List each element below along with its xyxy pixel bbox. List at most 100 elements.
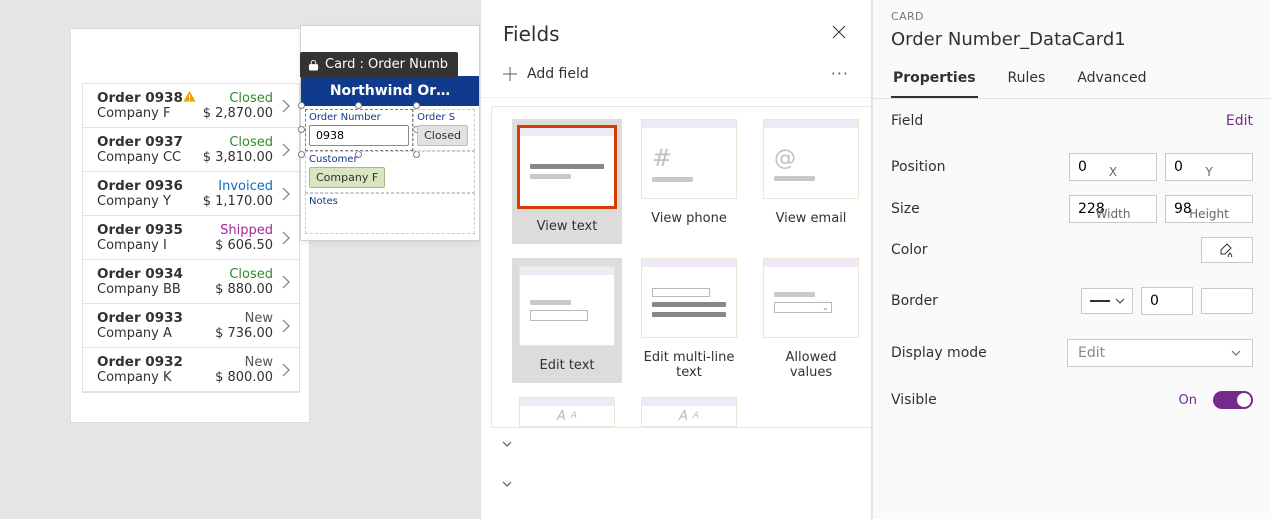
order-title: Order 0933 <box>97 310 215 326</box>
chevron-right-icon <box>279 319 293 333</box>
order-price: $ 800.00 <box>215 370 273 385</box>
form-title-bar: Northwind Or… <box>301 76 479 106</box>
position-y-sublabel: Y <box>1165 165 1253 179</box>
tile-label: Allowed values <box>786 350 837 380</box>
order-company: Company F <box>97 106 203 121</box>
position-label: Position <box>891 159 946 175</box>
card-caption: CARD <box>873 0 1271 27</box>
fields-panel: Fields Add field ··· ⌃ View text#View ph… <box>480 0 872 519</box>
tab-advanced[interactable]: Advanced <box>1075 62 1148 98</box>
order-row[interactable]: Order 0938Company FClosed$ 2,870.00 <box>83 84 299 128</box>
order-row[interactable]: Order 0935Company IShipped$ 606.50 <box>83 216 299 260</box>
order-status-pill[interactable]: Closed <box>417 125 468 146</box>
order-title: Order 0935 <box>97 222 215 238</box>
control-type-edittext[interactable]: Edit text <box>512 258 622 383</box>
tile-label: View text <box>537 219 598 234</box>
add-field-button[interactable]: Add field <box>503 66 589 82</box>
order-company: Company Y <box>97 194 203 209</box>
lock-icon <box>308 59 319 71</box>
color-label: Color <box>891 242 928 258</box>
order-company: Company CC <box>97 150 203 165</box>
chevron-right-icon <box>279 363 293 377</box>
order-price: $ 1,170.00 <box>203 194 273 209</box>
border-style-dropdown[interactable] <box>1081 288 1133 314</box>
order-number-input[interactable] <box>309 125 409 146</box>
display-mode-dropdown[interactable]: Edit <box>1067 339 1253 367</box>
border-color-picker[interactable] <box>1201 288 1253 314</box>
border-width-input[interactable] <box>1141 287 1193 315</box>
order-row[interactable]: Order 0937Company CCClosed$ 3,810.00 <box>83 128 299 172</box>
chevron-right-icon <box>279 275 293 289</box>
field-label: Field <box>891 113 923 129</box>
order-status: New <box>215 355 273 370</box>
add-field-label: Add field <box>527 66 589 82</box>
order-status: Closed <box>203 135 273 150</box>
visible-toggle[interactable] <box>1213 391 1253 409</box>
close-icon[interactable] <box>831 24 847 45</box>
tile-label: View email <box>776 211 847 226</box>
order-status: New <box>215 311 273 326</box>
tile-label: Edit multi-line text <box>644 350 735 380</box>
card-notes[interactable]: Notes <box>305 193 475 234</box>
tile-label: View phone <box>651 211 727 226</box>
control-type-more[interactable]: AA <box>512 397 622 427</box>
control-type-allowed[interactable]: ⌄Allowed values <box>756 258 866 383</box>
order-company: Company I <box>97 238 215 253</box>
tile-label: Edit text <box>540 358 595 373</box>
order-status: Closed <box>203 91 273 106</box>
control-type-viewemail[interactable]: @View email <box>756 119 866 244</box>
collapse-row-2[interactable] <box>501 478 513 490</box>
order-row[interactable]: Order 0933Company ANew$ 736.00 <box>83 304 299 348</box>
order-company: Company BB <box>97 282 215 297</box>
card-order-status[interactable]: Order S Closed <box>413 109 475 151</box>
size-height-sublabel: Height <box>1165 207 1253 221</box>
order-row[interactable]: Order 0934Company BBClosed$ 880.00 <box>83 260 299 304</box>
chevron-down-icon <box>501 438 513 450</box>
display-mode-value: Edit <box>1078 345 1105 361</box>
control-type-more[interactable]: AA <box>634 397 744 427</box>
customer-label: Customer <box>309 154 471 165</box>
plus-icon <box>503 67 517 81</box>
order-price: $ 880.00 <box>215 282 273 297</box>
edit-field-link[interactable]: Edit <box>1226 113 1253 129</box>
order-title: Order 0934 <box>97 266 215 282</box>
order-row[interactable]: Order 0936Company YInvoiced$ 1,170.00 <box>83 172 299 216</box>
order-status: Closed <box>215 267 273 282</box>
card-title: Order Number_DataCard1 <box>873 27 1271 62</box>
control-type-viewphone[interactable]: #View phone <box>634 119 744 244</box>
selection-card-badge: Card : Order Numb <box>300 52 458 77</box>
chevron-right-icon <box>279 187 293 201</box>
card-order-number[interactable]: Order Number <box>305 109 413 151</box>
visible-label: Visible <box>891 392 937 408</box>
chevron-right-icon <box>279 231 293 245</box>
order-row[interactable]: Order 0932Company KNew$ 800.00 <box>83 348 299 392</box>
order-price: $ 606.50 <box>215 238 273 253</box>
order-title: Order 0937 <box>97 134 203 150</box>
position-x-sublabel: X <box>1069 165 1157 179</box>
control-type-flyout: View text #View phone@View email Edit text… <box>491 106 871 428</box>
tab-rules[interactable]: Rules <box>1006 62 1048 98</box>
control-type-editmulti[interactable]: Edit multi-line text <box>634 258 744 383</box>
visible-on-label: On <box>1179 393 1197 408</box>
order-title: Order 0938 <box>97 90 203 106</box>
color-picker[interactable] <box>1201 237 1253 263</box>
order-price: $ 736.00 <box>215 326 273 341</box>
size-label: Size <box>891 201 920 217</box>
order-title: Order 0936 <box>97 178 203 194</box>
more-icon[interactable]: ··· <box>831 64 849 83</box>
border-label: Border <box>891 293 938 309</box>
customer-pill[interactable]: Company F <box>309 167 385 188</box>
order-company: Company A <box>97 326 215 341</box>
card-customer[interactable]: Customer Company F <box>305 151 475 193</box>
order-status-label: Order S <box>417 112 471 123</box>
orders-gallery: Northwind Orders Order 0938Company FClos… <box>82 83 300 393</box>
tab-properties[interactable]: Properties <box>891 62 978 98</box>
order-price: $ 2,870.00 <box>203 106 273 121</box>
control-type-viewtext[interactable]: View text <box>512 119 622 244</box>
display-mode-label: Display mode <box>891 345 987 361</box>
collapse-row-1[interactable] <box>501 438 513 450</box>
order-title: Order 0932 <box>97 354 215 370</box>
order-status: Invoiced <box>203 179 273 194</box>
chevron-right-icon <box>279 143 293 157</box>
chevron-down-icon <box>501 478 513 490</box>
